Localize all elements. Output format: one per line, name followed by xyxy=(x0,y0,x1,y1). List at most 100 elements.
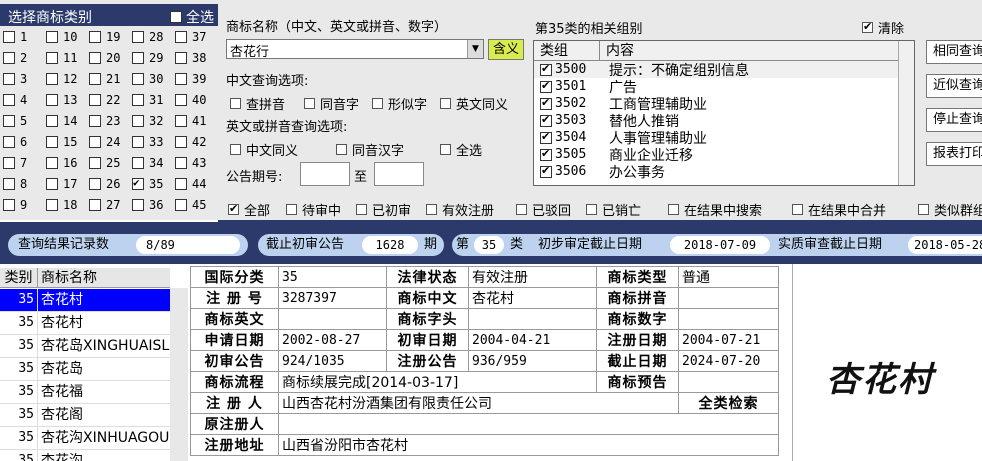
list-item[interactable]: 35 杏花岛 xyxy=(0,358,170,381)
class-checkbox-37[interactable]: 37 xyxy=(175,30,206,44)
list-item[interactable]: 35 杏花阁 xyxy=(0,404,170,427)
list-item[interactable]: 35 杏花沟XINHUAGOU xyxy=(0,427,170,450)
class-checkbox-13[interactable]: 13 xyxy=(46,93,77,107)
class-checkbox-20[interactable]: 20 xyxy=(89,51,120,65)
class-checkbox-32[interactable]: 32 xyxy=(132,114,163,128)
checkbox-icon[interactable] xyxy=(175,31,187,43)
filter-5[interactable]: 已销亡 xyxy=(586,200,641,219)
class-checkbox-15[interactable]: 15 xyxy=(46,135,77,149)
class-checkbox-40[interactable]: 40 xyxy=(175,93,206,107)
checkbox-icon[interactable] xyxy=(175,136,187,148)
cn-option-3[interactable]: 英文同义 xyxy=(440,94,508,113)
checkbox-icon[interactable] xyxy=(540,147,552,161)
class-checkbox-33[interactable]: 33 xyxy=(132,135,163,149)
checkbox-icon[interactable] xyxy=(46,94,58,106)
checkbox-icon[interactable] xyxy=(132,157,144,169)
checkbox-icon[interactable] xyxy=(175,73,187,85)
print-report-button[interactable]: 报表打印 xyxy=(926,142,982,166)
checkbox-icon[interactable] xyxy=(89,31,101,43)
list-item[interactable]: 35 杏花村 xyxy=(0,289,170,312)
class-checkbox-28[interactable]: 28 xyxy=(132,30,163,44)
checkbox-icon[interactable] xyxy=(46,136,58,148)
en-option-2[interactable]: 全选 xyxy=(440,140,482,159)
checkbox-icon[interactable] xyxy=(792,204,803,215)
checkbox-icon[interactable] xyxy=(540,130,552,144)
class-checkbox-24[interactable]: 24 xyxy=(89,135,120,149)
checkbox-icon[interactable] xyxy=(426,204,437,215)
checkbox-icon[interactable] xyxy=(89,94,101,106)
checkbox-icon[interactable] xyxy=(3,136,15,148)
filter-4[interactable]: 已驳回 xyxy=(516,200,571,219)
class-checkbox-12[interactable]: 12 xyxy=(46,72,77,86)
filter-6[interactable]: 在结果中搜索 xyxy=(668,200,762,219)
chevron-down-icon[interactable]: ▼ xyxy=(467,40,483,58)
checkbox-icon[interactable] xyxy=(356,204,367,215)
class-checkbox-17[interactable]: 17 xyxy=(46,177,77,191)
class-checkbox-22[interactable]: 22 xyxy=(89,93,120,107)
group-row[interactable]: 3501广告 xyxy=(534,78,914,96)
checkbox-icon[interactable] xyxy=(230,98,241,109)
checkbox-icon[interactable] xyxy=(286,204,297,215)
select-all-classes[interactable]: 全选 xyxy=(170,7,214,27)
checkbox-icon[interactable] xyxy=(516,204,527,215)
checkbox-icon[interactable] xyxy=(336,144,347,155)
filter-1[interactable]: 待审中 xyxy=(286,200,341,219)
cn-option-1[interactable]: 同音字 xyxy=(304,94,359,113)
checkbox-icon[interactable] xyxy=(89,136,101,148)
checkbox-icon[interactable] xyxy=(175,157,187,169)
checkbox-icon[interactable] xyxy=(3,178,15,190)
class-checkbox-3[interactable]: 3 xyxy=(3,72,27,86)
filter-8[interactable]: 类似群组 xyxy=(918,200,982,219)
checkbox-icon[interactable] xyxy=(372,98,383,109)
checkbox-icon[interactable] xyxy=(3,157,15,169)
same-search-button[interactable]: 相同查询 xyxy=(926,40,982,64)
checkbox-icon[interactable] xyxy=(230,144,241,155)
group-row[interactable]: 3503替他人推销 xyxy=(534,112,914,130)
cn-option-2[interactable]: 形似字 xyxy=(372,94,427,113)
class-checkbox-4[interactable]: 4 xyxy=(3,93,27,107)
checkbox-icon[interactable] xyxy=(132,136,144,148)
checkbox-icon[interactable] xyxy=(3,52,15,64)
group-row[interactable]: 3500提示：不确定组别信息 xyxy=(534,61,914,79)
checkbox-icon[interactable] xyxy=(540,164,552,178)
class-checkbox-19[interactable]: 19 xyxy=(89,30,120,44)
all-class-search-button[interactable]: 全类检索 xyxy=(678,392,779,414)
checkbox-icon[interactable] xyxy=(175,115,187,127)
checkbox-icon[interactable] xyxy=(3,31,15,43)
class-checkbox-39[interactable]: 39 xyxy=(175,72,206,86)
checkbox-icon[interactable] xyxy=(228,202,239,215)
en-option-1[interactable]: 同音汉字 xyxy=(336,140,404,159)
filter-0[interactable]: 全部 xyxy=(228,200,270,219)
checkbox-icon[interactable] xyxy=(46,52,58,64)
checkbox-icon[interactable] xyxy=(668,204,679,215)
list-item[interactable]: 35 杏花沟 xyxy=(0,450,170,461)
checkbox-icon[interactable] xyxy=(304,98,315,109)
checkbox-icon[interactable] xyxy=(132,115,144,127)
checkbox-icon[interactable] xyxy=(46,115,58,127)
filter-3[interactable]: 有效注册 xyxy=(426,200,494,219)
similar-search-button[interactable]: 近似查询 xyxy=(926,74,982,98)
group-row[interactable]: 3505商业企业迁移 xyxy=(534,146,914,164)
class-checkbox-34[interactable]: 34 xyxy=(132,156,163,170)
class-checkbox-11[interactable]: 11 xyxy=(46,51,77,65)
checkbox-icon[interactable] xyxy=(89,115,101,127)
gazette-to-input[interactable] xyxy=(374,162,424,186)
class-checkbox-26[interactable]: 26 xyxy=(89,177,120,191)
checkbox-icon[interactable] xyxy=(132,94,144,106)
checkbox-icon[interactable] xyxy=(89,52,101,64)
gazette-from-input[interactable] xyxy=(300,162,350,186)
checkbox-icon[interactable] xyxy=(46,178,58,190)
class-checkbox-23[interactable]: 23 xyxy=(89,114,120,128)
class-checkbox-2[interactable]: 2 xyxy=(3,51,27,65)
checkbox-icon[interactable] xyxy=(89,73,101,85)
filter-2[interactable]: 已初审 xyxy=(356,200,411,219)
class-checkbox-5[interactable]: 5 xyxy=(3,114,27,128)
class-checkbox-10[interactable]: 10 xyxy=(46,30,77,44)
list-item[interactable]: 35 杏花福 xyxy=(0,381,170,404)
class-checkbox-30[interactable]: 30 xyxy=(132,72,163,86)
class-checkbox-1[interactable]: 1 xyxy=(3,30,27,44)
checkbox-icon[interactable] xyxy=(440,98,451,109)
meaning-button[interactable]: 含义 xyxy=(488,39,524,60)
group-scrollbar[interactable] xyxy=(898,41,914,185)
group-row[interactable]: 3504人事管理辅助业 xyxy=(534,129,914,147)
